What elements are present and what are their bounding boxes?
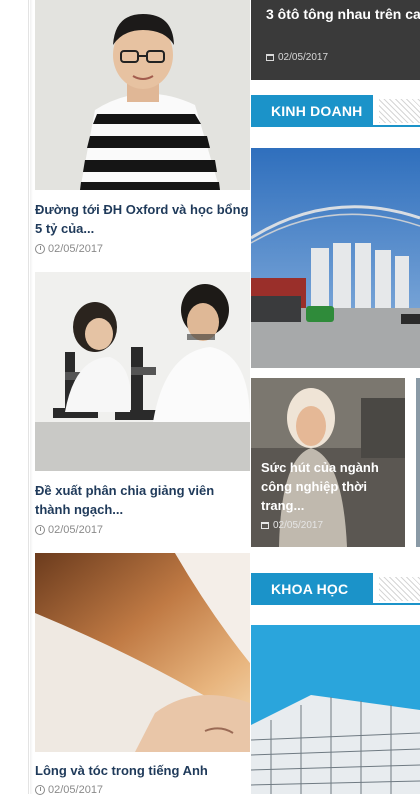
kinh-doanh-secondary-article[interactable]: Sức hút của ngành công nghiệp thời trang… [251,378,405,547]
article-thumbnail-student[interactable] [35,0,250,190]
article-title-link[interactable]: Đường tới ĐH Oxford và học bổng 5 tỷ của… [35,200,251,238]
article-date: 02/05/2017 [35,524,103,536]
clock-icon [35,244,45,254]
carousel-next-card-peek[interactable] [416,378,420,547]
article-thumbnail-hair[interactable] [35,553,250,752]
section-pattern [379,577,420,601]
column-divider [28,0,29,794]
section-title[interactable]: KINH DOANH [251,95,373,127]
secondary-article-date: 02/05/2017 [261,520,323,531]
khoa-hoc-main-photo[interactable] [251,625,420,794]
kinh-doanh-main-photo[interactable] [251,148,420,368]
section-header-khoa-hoc[interactable]: KHOA HỌC [251,573,420,605]
article-title-link[interactable]: Đề xuất phân chia giảng viên thành ngạch… [35,481,251,519]
article-date: 02/05/2017 [35,243,103,255]
secondary-article-title[interactable]: Sức hút của ngành công nghiệp thời trang… [261,458,401,515]
featured-article[interactable]: 3 ôtô tông nhau trên cao tốc TP HCM –...… [251,0,420,80]
date-text: 02/05/2017 [48,784,104,796]
featured-article-date: 02/05/2017 [266,52,328,63]
calendar-icon [266,54,274,61]
article-thumbnail-lab[interactable] [35,272,250,471]
section-underline [251,125,420,127]
section-header-kinh-doanh[interactable]: KINH DOANH [251,95,420,127]
date-text: 02/05/2017 [273,520,324,531]
section-underline [251,603,420,605]
date-text: 02/05/2017 [48,524,104,536]
date-text: 02/05/2017 [48,243,104,255]
clock-icon [35,525,45,535]
featured-article-title[interactable]: 3 ôtô tông nhau trên cao tốc TP HCM –... [266,4,420,25]
section-pattern [379,99,420,123]
date-text: 02/05/2017 [278,52,329,63]
calendar-icon [261,522,269,529]
column-shadow [30,0,33,794]
article-title-link[interactable]: Lông và tóc trong tiếng Anh [35,761,251,780]
section-title[interactable]: KHOA HỌC [251,573,373,605]
article-date: 02/05/2017 [35,784,103,796]
